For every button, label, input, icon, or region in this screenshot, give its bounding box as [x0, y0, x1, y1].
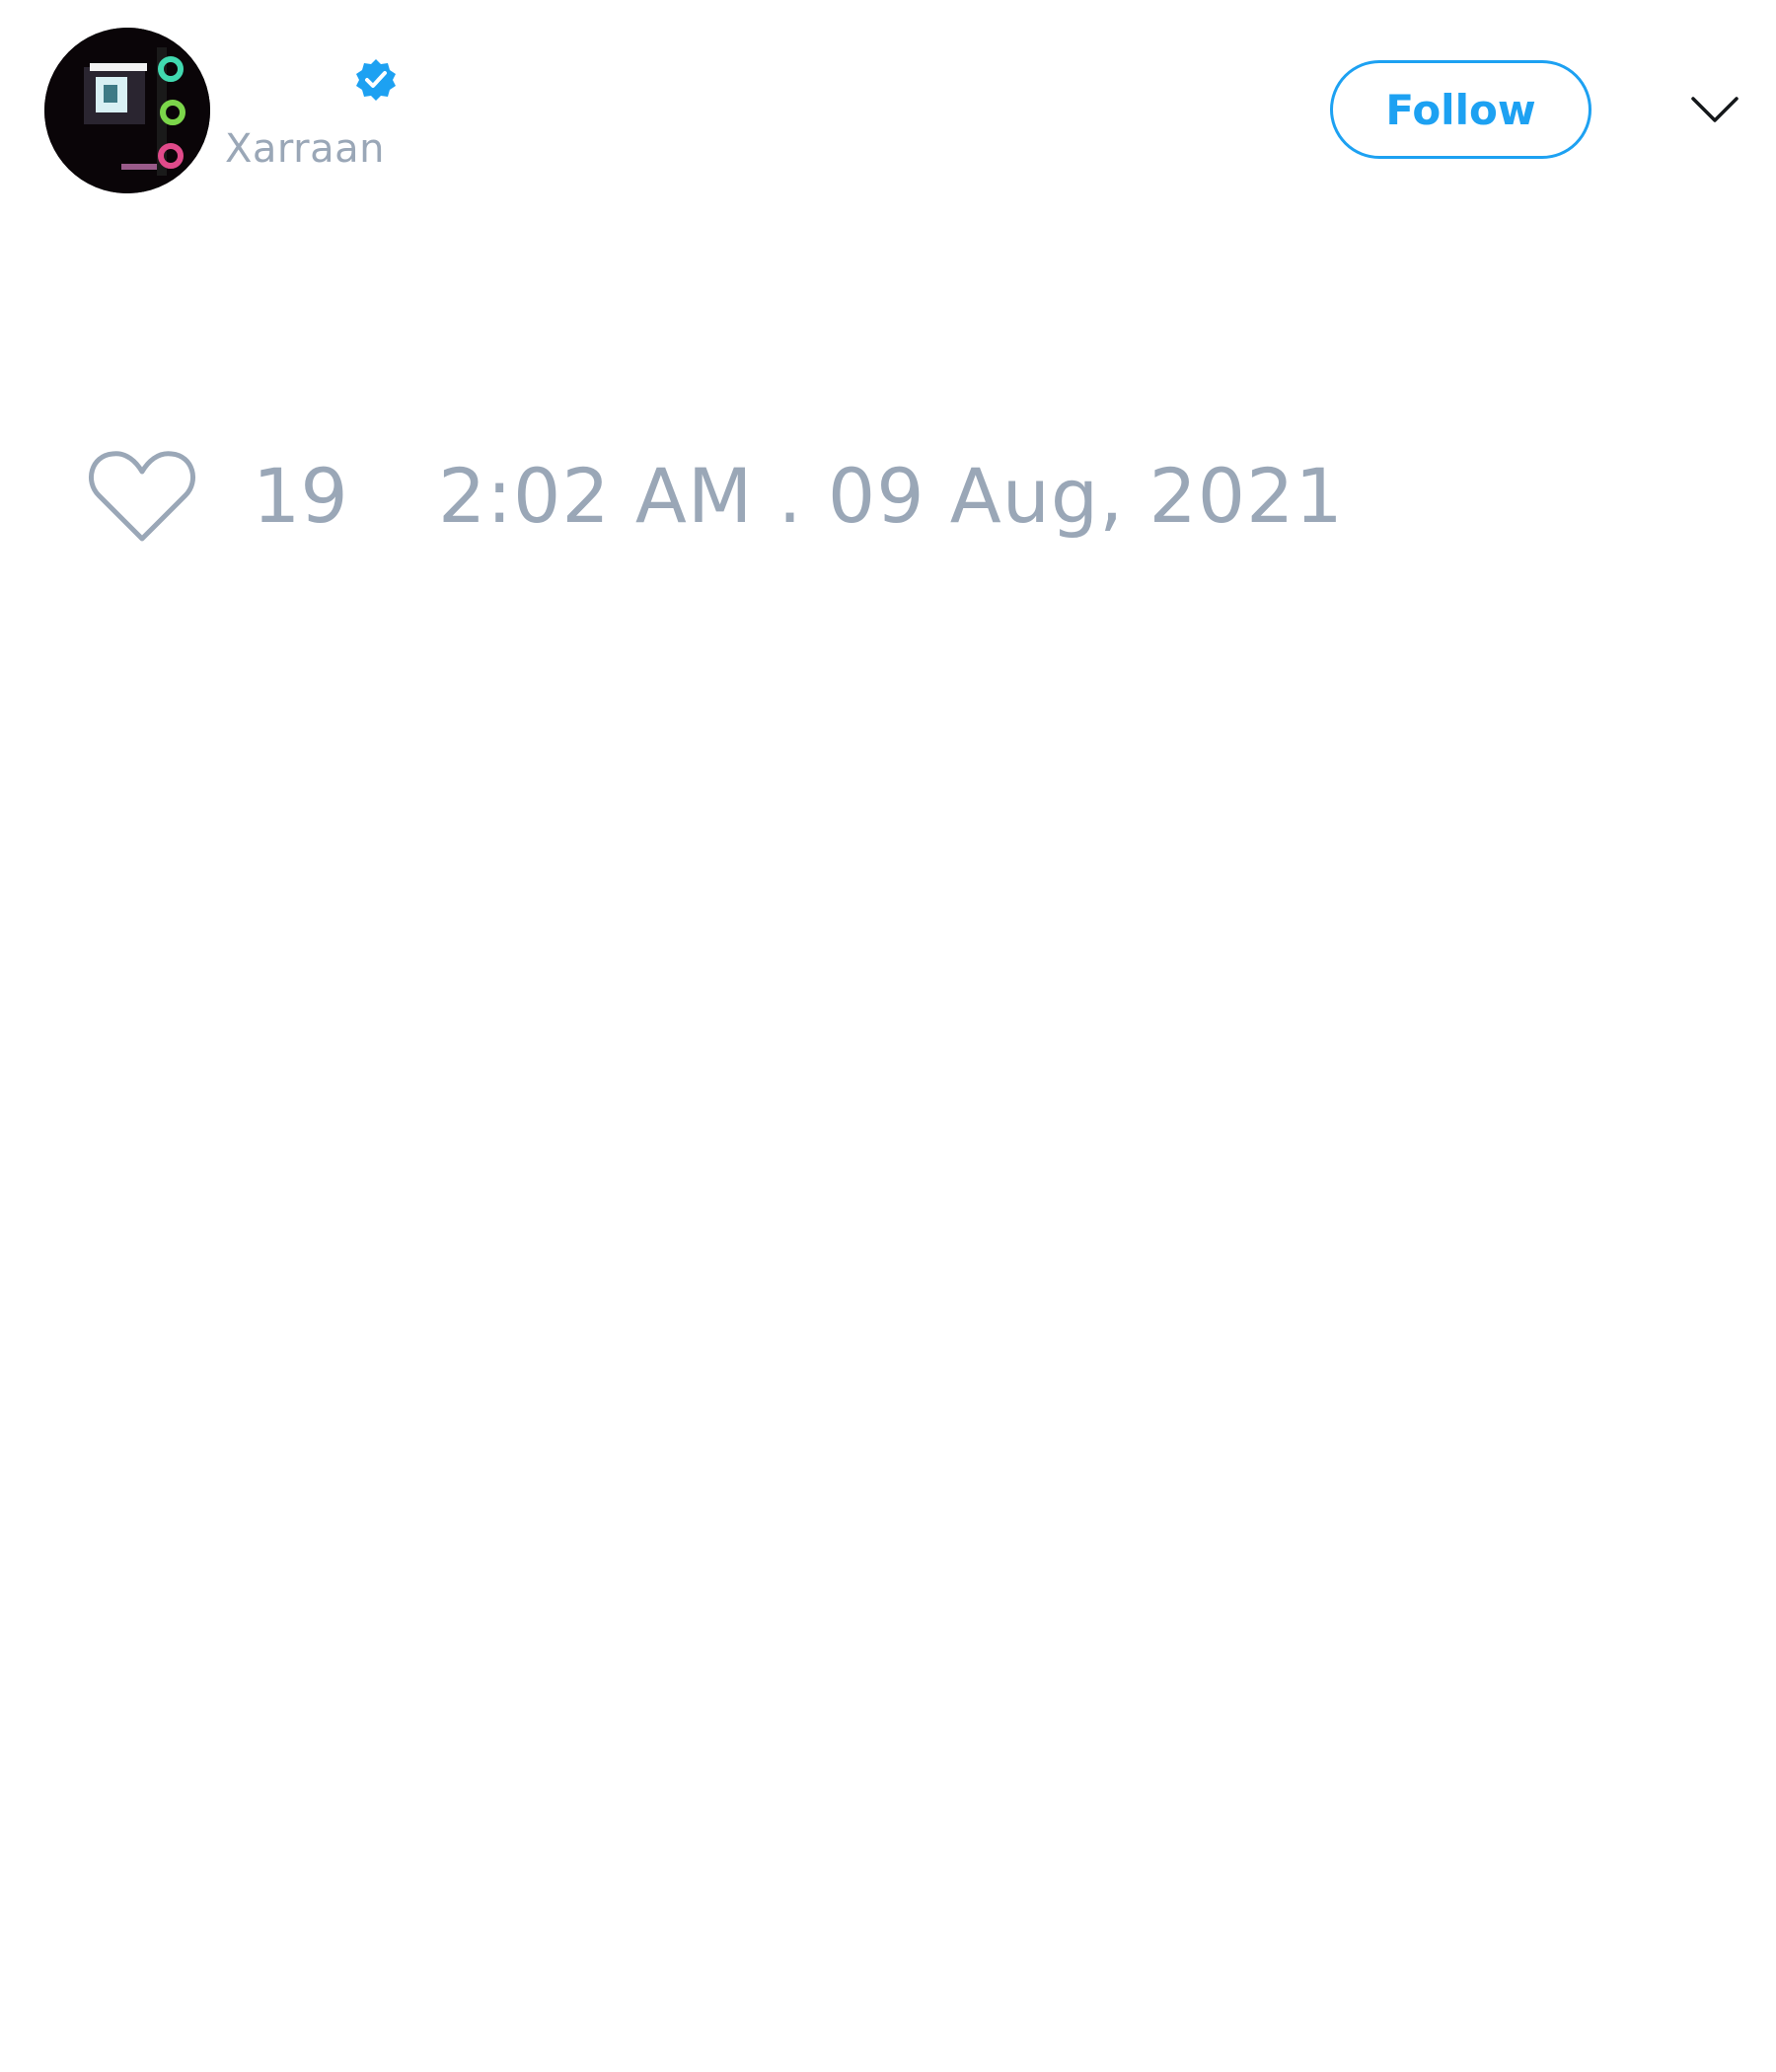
follow-button[interactable]: Follow [1330, 60, 1591, 159]
verified-badge-icon [356, 59, 396, 101]
tweet-header: Xarraan Follow [0, 0, 1776, 217]
author-handle[interactable]: Xarraan [225, 124, 385, 174]
avatar[interactable] [44, 28, 210, 193]
avatar-image [44, 28, 210, 193]
heart-icon[interactable] [87, 446, 197, 545]
tweet-footer: 19 2:02 AM . 09 Aug, 2021 [0, 434, 1776, 562]
like-count: 19 [253, 452, 348, 540]
timestamp[interactable]: 2:02 AM . 09 Aug, 2021 [438, 452, 1344, 541]
chevron-down-icon[interactable] [1689, 89, 1740, 128]
